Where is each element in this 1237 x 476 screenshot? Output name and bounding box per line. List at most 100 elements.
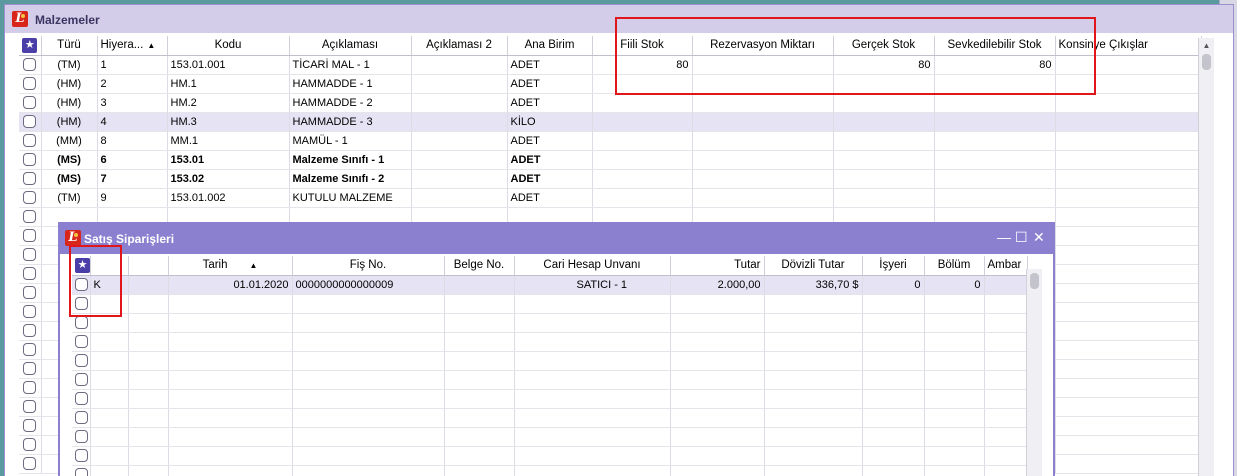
maximize-icon[interactable]: ☐ bbox=[1015, 230, 1028, 244]
table-row[interactable]: (MS) 6 153.01 Malzeme Sınıfı - 1 ADET bbox=[19, 150, 1202, 170]
row-checkbox[interactable] bbox=[23, 96, 37, 109]
row-checkbox[interactable] bbox=[75, 297, 88, 310]
row-checkbox[interactable] bbox=[75, 373, 88, 386]
row-checkbox[interactable] bbox=[75, 411, 88, 424]
row-checkbox[interactable] bbox=[75, 468, 88, 476]
scroll-thumb[interactable] bbox=[1202, 54, 1211, 70]
row-checkbox-cell[interactable] bbox=[72, 313, 91, 333]
row-checkbox[interactable] bbox=[75, 354, 88, 367]
row-checkbox-cell[interactable] bbox=[19, 416, 42, 436]
row-checkbox-cell[interactable] bbox=[72, 446, 91, 466]
table-row[interactable] bbox=[72, 332, 1028, 352]
row-checkbox-cell[interactable] bbox=[19, 131, 42, 151]
col-sevkedilebilir-stok[interactable]: Sevkedilebilir Stok bbox=[934, 36, 1056, 56]
table-row[interactable] bbox=[72, 465, 1028, 476]
row-checkbox[interactable] bbox=[23, 77, 37, 90]
col-aciklama[interactable]: Açıklaması bbox=[289, 36, 412, 56]
row-checkbox[interactable] bbox=[23, 286, 37, 299]
row-checkbox-cell[interactable] bbox=[72, 294, 91, 314]
col-hiyerarsi[interactable]: Hiyera... ▲ bbox=[97, 36, 168, 56]
row-checkbox-cell[interactable] bbox=[19, 435, 42, 455]
col-tutar[interactable]: Tutar bbox=[670, 256, 765, 276]
table-row[interactable] bbox=[72, 389, 1028, 409]
row-checkbox-cell[interactable] bbox=[19, 112, 42, 132]
row-checkbox[interactable] bbox=[75, 316, 88, 329]
col-kodu[interactable]: Kodu bbox=[167, 36, 290, 56]
row-checkbox-cell[interactable] bbox=[19, 245, 42, 265]
star-icon[interactable]: ★ bbox=[22, 37, 38, 53]
row-checkbox[interactable] bbox=[23, 381, 37, 394]
row-checkbox[interactable] bbox=[23, 172, 37, 185]
table-row[interactable] bbox=[72, 446, 1028, 466]
row-checkbox-cell[interactable] bbox=[19, 283, 42, 303]
minimize-icon[interactable]: — bbox=[997, 230, 1011, 244]
row-checkbox[interactable] bbox=[23, 191, 37, 204]
select-all-column[interactable]: ★ bbox=[72, 256, 91, 276]
table-row[interactable] bbox=[72, 370, 1028, 390]
row-checkbox-cell[interactable] bbox=[19, 302, 42, 322]
row-checkbox[interactable] bbox=[23, 153, 37, 166]
col-rezervasyon[interactable]: Rezervasyon Miktarı bbox=[692, 36, 834, 56]
row-checkbox-cell[interactable] bbox=[72, 408, 91, 428]
row-checkbox[interactable] bbox=[23, 438, 37, 451]
row-checkbox-cell[interactable] bbox=[19, 397, 42, 417]
table-row[interactable] bbox=[72, 294, 1028, 314]
table-row[interactable]: (HM) 4 HM.3 HAMMADDE - 3 KİLO bbox=[19, 112, 1202, 132]
col-fiili-stok[interactable]: Fiili Stok bbox=[592, 36, 693, 56]
row-checkbox-cell[interactable] bbox=[19, 55, 42, 75]
row-checkbox-cell[interactable] bbox=[19, 169, 42, 189]
col-belge-no[interactable]: Belge No. bbox=[444, 256, 515, 276]
row-checkbox[interactable] bbox=[23, 343, 37, 356]
row-checkbox[interactable] bbox=[75, 449, 88, 462]
col-blank[interactable] bbox=[90, 256, 129, 276]
row-checkbox[interactable] bbox=[23, 115, 37, 128]
row-checkbox-cell[interactable] bbox=[19, 378, 42, 398]
table-row[interactable]: (TM) 1 153.01.001 TİCARİ MAL - 1 ADET 80 80 80 bbox=[19, 55, 1202, 75]
table-row[interactable]: K 01.01.2020 0000000000000009 SATICI - 1 2.0… bbox=[72, 275, 1028, 295]
row-checkbox[interactable] bbox=[23, 134, 37, 147]
col-aciklama2[interactable]: Açıklaması 2 bbox=[411, 36, 508, 56]
scroll-thumb[interactable] bbox=[1030, 273, 1039, 289]
table-row[interactable] bbox=[72, 427, 1028, 447]
row-checkbox[interactable] bbox=[23, 210, 37, 223]
col-konsinye[interactable]: Konsinye Çıkışlar bbox=[1055, 36, 1202, 56]
scroll-up-icon[interactable]: ▲ bbox=[1199, 40, 1214, 52]
row-checkbox-cell[interactable] bbox=[72, 370, 91, 390]
close-icon[interactable]: ✕ bbox=[1033, 230, 1045, 244]
materials-scrollbar[interactable]: ▲ bbox=[1198, 38, 1214, 476]
col-gercek-stok[interactable]: Gerçek Stok bbox=[833, 36, 935, 56]
row-checkbox-cell[interactable] bbox=[19, 207, 42, 227]
row-checkbox-cell[interactable] bbox=[19, 93, 42, 113]
row-checkbox[interactable] bbox=[23, 324, 37, 337]
row-checkbox-cell[interactable] bbox=[19, 226, 42, 246]
row-checkbox[interactable] bbox=[23, 362, 37, 375]
col-tarih[interactable]: Tarih ▲ bbox=[168, 256, 293, 276]
row-checkbox-cell[interactable] bbox=[72, 332, 91, 352]
row-checkbox-cell[interactable] bbox=[19, 264, 42, 284]
row-checkbox-cell[interactable] bbox=[19, 340, 42, 360]
row-checkbox[interactable] bbox=[75, 392, 88, 405]
row-checkbox-cell[interactable] bbox=[19, 150, 42, 170]
row-checkbox[interactable] bbox=[23, 248, 37, 261]
table-row[interactable] bbox=[72, 313, 1028, 333]
row-checkbox-cell[interactable] bbox=[19, 74, 42, 94]
row-checkbox-cell[interactable] bbox=[72, 427, 91, 447]
col-turu[interactable]: Türü bbox=[41, 36, 98, 56]
col-cari-hesap[interactable]: Cari Hesap Unvanı bbox=[514, 256, 671, 276]
row-checkbox[interactable] bbox=[23, 419, 37, 432]
orders-scrollbar[interactable] bbox=[1026, 269, 1042, 476]
row-checkbox[interactable] bbox=[23, 229, 37, 242]
col-ana-birim[interactable]: Ana Birim bbox=[507, 36, 593, 56]
select-all-column[interactable]: ★ bbox=[19, 36, 42, 56]
row-checkbox[interactable] bbox=[75, 430, 88, 443]
row-checkbox[interactable] bbox=[23, 267, 37, 280]
table-row[interactable] bbox=[72, 408, 1028, 428]
row-checkbox[interactable] bbox=[23, 305, 37, 318]
row-checkbox-cell[interactable] bbox=[19, 359, 42, 379]
table-row[interactable]: (TM) 9 153.01.002 KUTULU MALZEME ADET bbox=[19, 188, 1202, 208]
table-row[interactable] bbox=[72, 351, 1028, 371]
row-checkbox[interactable] bbox=[75, 335, 88, 348]
col-dovizli-tutar[interactable]: Dövizli Tutar bbox=[764, 256, 863, 276]
table-row[interactable]: (MS) 7 153.02 Malzeme Sınıfı - 2 ADET bbox=[19, 169, 1202, 189]
col-fis-no[interactable]: Fiş No. bbox=[292, 256, 445, 276]
